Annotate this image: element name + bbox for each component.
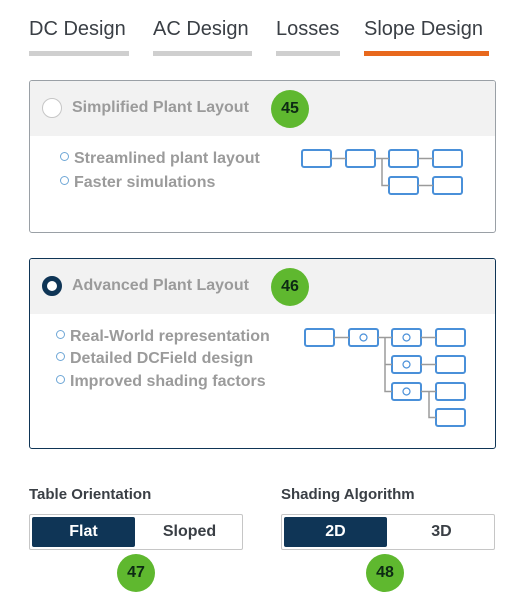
tab-underline-active bbox=[364, 51, 489, 56]
tab-label: DC Design bbox=[29, 18, 126, 40]
card-title: Advanced Plant Layout bbox=[72, 277, 249, 294]
shading-algorithm-toggle: 2D 3D bbox=[281, 514, 495, 550]
orientation-sloped-option[interactable]: Sloped bbox=[138, 517, 241, 547]
feature-item: Real-World representation bbox=[56, 328, 270, 346]
step-badge-48: 48 bbox=[366, 554, 404, 592]
feature-item: Detailed DCField design bbox=[56, 350, 253, 368]
step-badge-45: 45 bbox=[271, 90, 309, 128]
shading-algorithm-label: Shading Algorithm bbox=[281, 486, 415, 503]
tab-label: AC Design bbox=[153, 18, 249, 40]
tab-underline bbox=[29, 51, 129, 56]
tab-underline bbox=[153, 51, 252, 56]
simplified-layout-radio[interactable] bbox=[42, 98, 62, 118]
tab-label: Slope Design bbox=[364, 18, 483, 40]
advanced-layout-diagram-icon bbox=[304, 328, 466, 427]
tab-losses[interactable]: Losses bbox=[276, 18, 340, 56]
table-orientation-toggle: Flat Sloped bbox=[29, 514, 243, 550]
tab-dc-design[interactable]: DC Design bbox=[29, 18, 129, 56]
card-title: Simplified Plant Layout bbox=[72, 99, 249, 116]
feature-item: Improved shading factors bbox=[56, 373, 266, 391]
bullet-icon bbox=[60, 152, 69, 161]
shading-2d-option[interactable]: 2D bbox=[284, 517, 387, 547]
bullet-icon bbox=[56, 375, 65, 384]
bullet-icon bbox=[56, 330, 65, 339]
simplified-layout-card[interactable]: Simplified Plant Layout Streamlined plan… bbox=[29, 80, 496, 233]
feature-item: Faster simulations bbox=[60, 174, 215, 192]
bullet-icon bbox=[56, 352, 65, 361]
feature-item: Streamlined plant layout bbox=[60, 150, 260, 168]
tab-label: Losses bbox=[276, 18, 340, 40]
table-orientation-label: Table Orientation bbox=[29, 486, 152, 503]
advanced-layout-card[interactable]: Advanced Plant Layout Real-World represe… bbox=[29, 258, 496, 449]
tab-bar: DC Design AC Design Losses Slope Design bbox=[29, 18, 529, 58]
bullet-icon bbox=[60, 176, 69, 185]
tab-ac-design[interactable]: AC Design bbox=[153, 18, 252, 56]
tab-slope-design[interactable]: Slope Design bbox=[364, 18, 489, 56]
simplified-layout-diagram-icon bbox=[301, 149, 463, 195]
step-badge-46: 46 bbox=[271, 268, 309, 306]
advanced-layout-radio[interactable] bbox=[42, 276, 62, 296]
tab-underline bbox=[276, 51, 340, 56]
step-badge-47: 47 bbox=[117, 554, 155, 592]
shading-3d-option[interactable]: 3D bbox=[390, 517, 493, 547]
orientation-flat-option[interactable]: Flat bbox=[32, 517, 135, 547]
